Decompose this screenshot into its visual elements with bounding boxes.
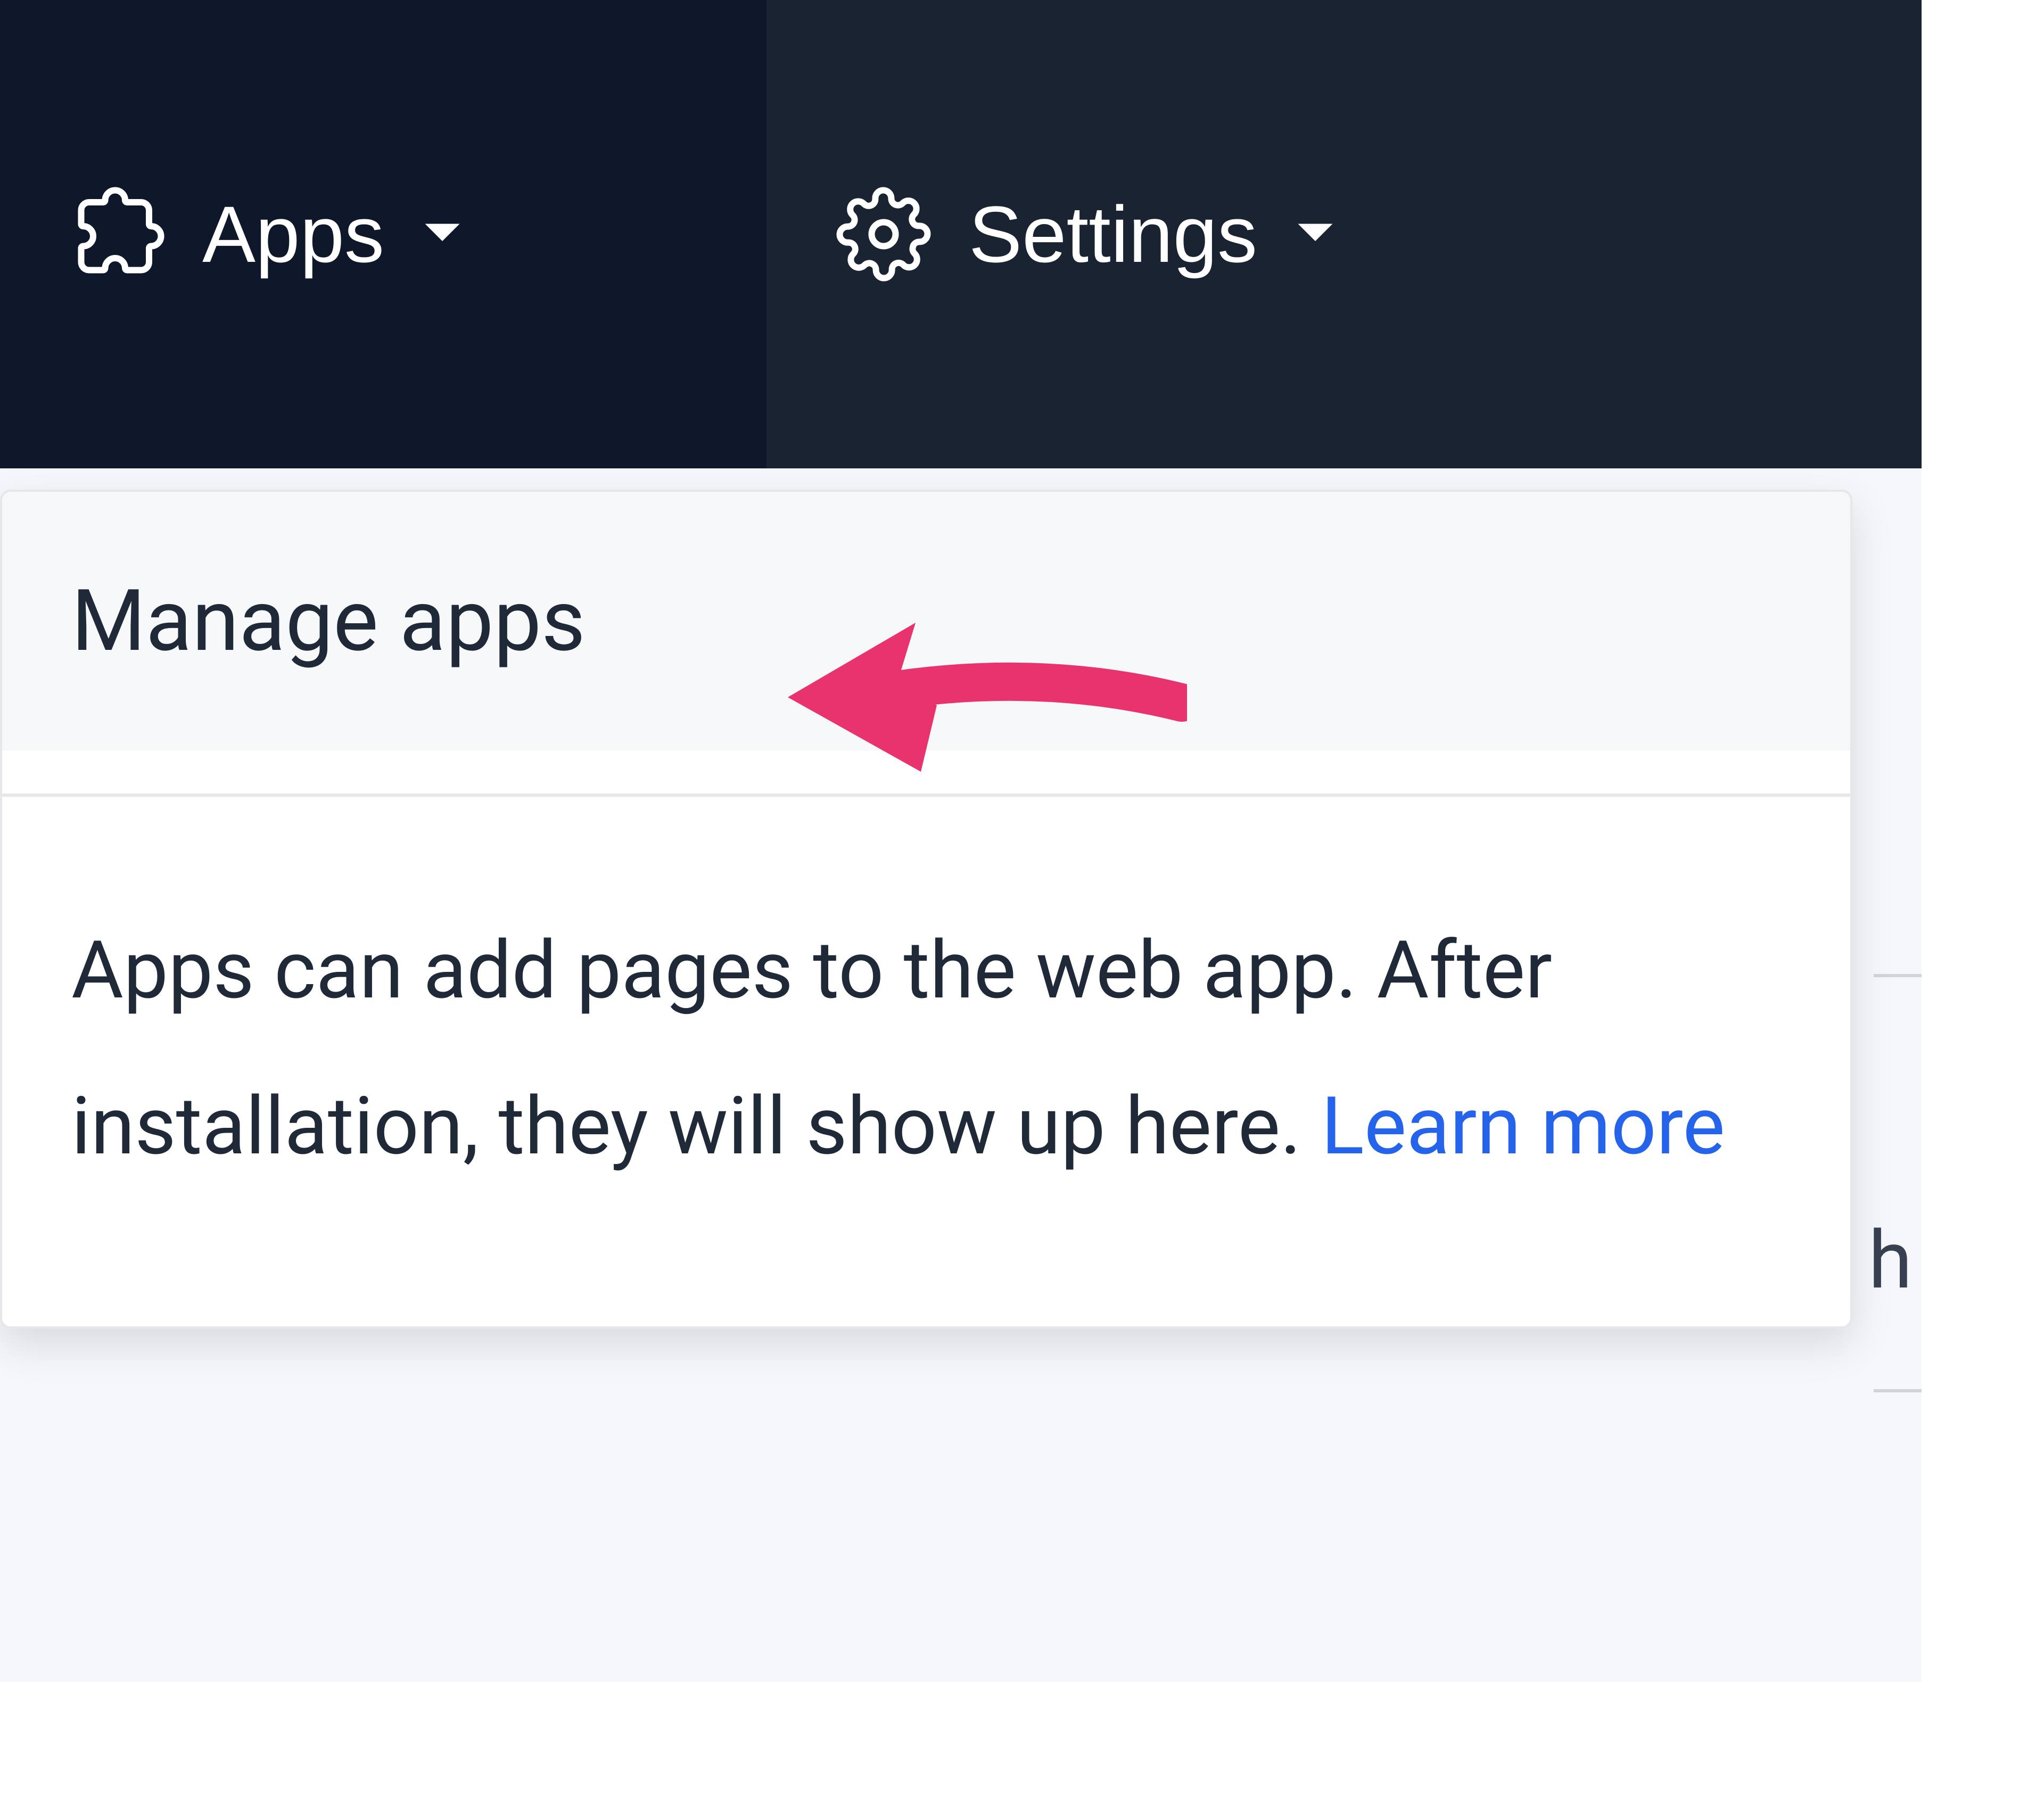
puzzle-piece-icon	[69, 186, 165, 282]
chevron-down-icon	[1295, 220, 1336, 248]
apps-dropdown: Manage apps Apps can add pages to the we…	[0, 490, 1852, 1328]
dropdown-info-text: Apps can add pages to the web app. After…	[2, 797, 1850, 1326]
chevron-down-icon	[422, 220, 463, 248]
background-divider	[1874, 1389, 1922, 1392]
manage-apps-label: Manage apps	[71, 572, 586, 671]
learn-more-link[interactable]: Learn more	[1321, 1079, 1725, 1173]
nav-apps-label: Apps	[202, 188, 384, 280]
background-divider	[1874, 974, 1922, 977]
background-partial-text: h	[1868, 1214, 1913, 1307]
navbar: Apps Settings	[0, 0, 1922, 468]
nav-apps-button[interactable]: Apps	[0, 0, 767, 468]
gear-icon	[836, 186, 932, 282]
nav-settings-button[interactable]: Settings	[767, 0, 1922, 468]
nav-settings-label: Settings	[969, 188, 1257, 280]
manage-apps-item[interactable]: Manage apps	[2, 492, 1850, 751]
